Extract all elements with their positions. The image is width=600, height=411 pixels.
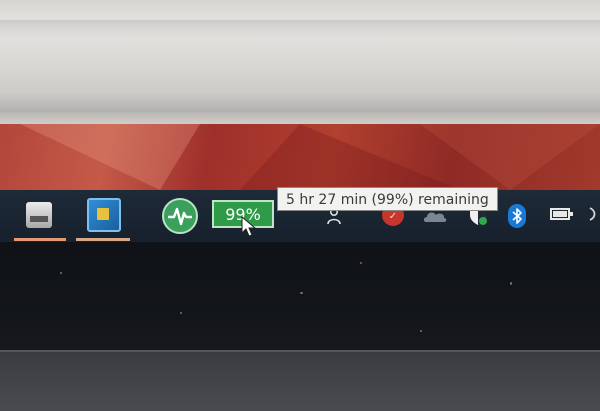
screen-bottom [0, 242, 600, 352]
wallpaper-facet [420, 124, 600, 190]
wallpaper-facet [20, 124, 200, 190]
svg-text:✓: ✓ [389, 211, 397, 222]
dust-speck [60, 272, 62, 274]
active-app-indicator [14, 238, 66, 241]
wifi-icon[interactable] [588, 202, 600, 226]
dust-speck [510, 282, 512, 285]
intel-graphics-icon [87, 198, 121, 232]
activity-monitor-icon[interactable] [162, 198, 198, 234]
window-shade [0, 92, 600, 112]
window-area [0, 0, 600, 128]
dust-speck [180, 312, 182, 314]
taskbar-app-intel-graphics[interactable] [76, 196, 130, 242]
printer-app-icon [26, 202, 52, 228]
window-shade [0, 20, 600, 38]
dust-speck [360, 262, 362, 264]
pulse-icon [168, 207, 192, 226]
battery-icon[interactable] [550, 208, 573, 220]
dust-speck [300, 292, 303, 294]
mouse-cursor-icon [240, 215, 258, 238]
battery-level-fill [553, 211, 567, 217]
desktop-wallpaper [0, 124, 600, 190]
taskbar-app-printer[interactable] [14, 196, 66, 242]
bluetooth-icon[interactable] [508, 204, 526, 228]
active-app-indicator [76, 238, 130, 241]
dust-speck [420, 330, 422, 332]
laptop-bezel [0, 352, 600, 411]
battery-tooltip: 5 hr 27 min (99%) remaining [277, 187, 498, 211]
